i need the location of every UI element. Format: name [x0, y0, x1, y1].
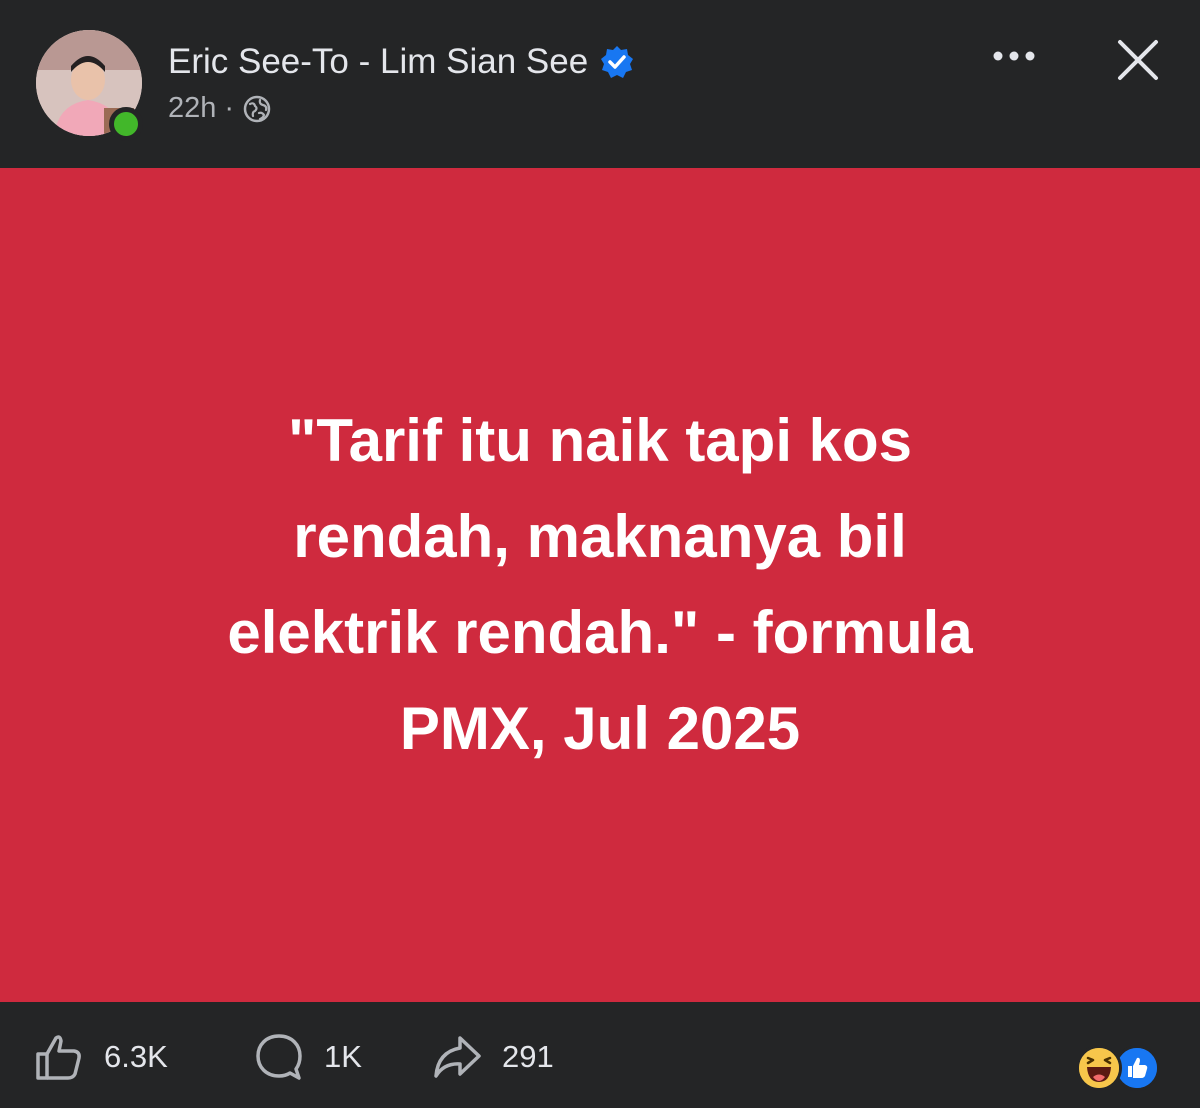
share-arrow-icon	[434, 1036, 481, 1078]
thumbs-up-icon	[36, 1035, 81, 1080]
close-icon	[1118, 40, 1158, 80]
post-text: "Tarif itu naik tapi kos rendah, maknany…	[227, 407, 973, 762]
comment-bubble-icon	[256, 1034, 302, 1080]
comments-count: 1K	[324, 1039, 362, 1074]
post-time[interactable]: 22h	[168, 92, 216, 125]
author-name[interactable]: Eric See-To - Lim Sian See	[168, 42, 588, 82]
post-background-card: "Tarif itu naik tapi kos rendah, maknany…	[0, 168, 1200, 1002]
more-options-button[interactable]	[986, 38, 1042, 74]
meta-separator: ·	[224, 92, 235, 124]
shares-count: 291	[502, 1039, 554, 1074]
share-button[interactable]: 291	[432, 1032, 554, 1082]
post-header: Eric See-To - Lim Sian See 22h ·	[0, 0, 1200, 168]
post-actions-bar: 6.3K 1K 291	[0, 1002, 1200, 1108]
author-name-row: Eric See-To - Lim Sian See	[168, 42, 634, 82]
post-meta: 22h ·	[168, 92, 272, 125]
online-status-indicator	[109, 107, 143, 141]
likes-count: 6.3K	[104, 1039, 168, 1074]
verified-badge-icon	[600, 45, 634, 79]
reactions-summary[interactable]	[1076, 1045, 1170, 1091]
like-button[interactable]: 6.3K	[34, 1032, 168, 1082]
more-dots-icon	[993, 51, 1035, 61]
haha-reaction-icon	[1076, 1045, 1122, 1091]
comment-button[interactable]: 1K	[254, 1032, 362, 1082]
globe-icon	[242, 94, 272, 124]
close-button[interactable]	[1110, 32, 1166, 88]
